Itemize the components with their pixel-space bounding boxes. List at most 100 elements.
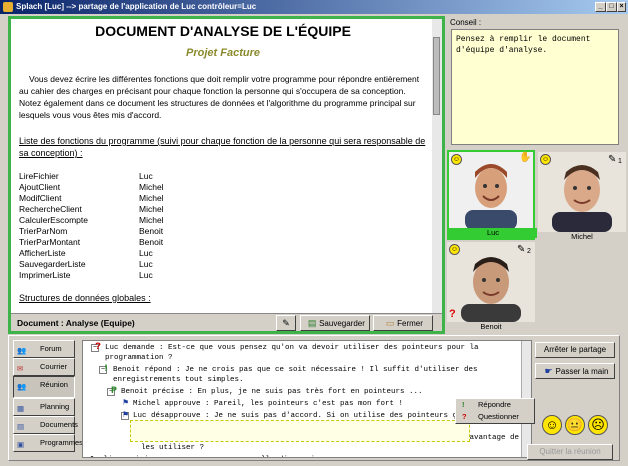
function-owner: Luc bbox=[139, 248, 153, 258]
participant-card-benoit[interactable]: Benoit ☺ ✎ 2 ? bbox=[447, 242, 535, 332]
function-name: ImprimerListe bbox=[19, 270, 71, 280]
discussion-message[interactable]: Michel approuve : Pareil, les pointeurs … bbox=[133, 399, 403, 409]
function-name: TrierParNom bbox=[19, 226, 68, 236]
participant-name: Benoit bbox=[480, 322, 502, 331]
function-name: ModifClient bbox=[19, 193, 62, 203]
close-window-button[interactable]: × bbox=[617, 2, 626, 12]
function-row: RechercheClient Michel bbox=[19, 204, 164, 215]
meeting-icon: 👥 bbox=[17, 382, 27, 391]
function-owner: Michel bbox=[139, 193, 164, 203]
opinion-marker-icon: ⚑ bbox=[123, 410, 129, 420]
reply-icon: ! bbox=[462, 400, 465, 409]
function-row: ImprimerListe Luc bbox=[19, 270, 164, 281]
app-icon bbox=[3, 2, 13, 12]
function-row: SauvegarderListe Luc bbox=[19, 259, 164, 270]
conseil-label: Conseil : bbox=[450, 18, 482, 27]
context-menu[interactable]: ! Répondre ? Questionner bbox=[455, 398, 535, 424]
structures-heading: Structures de données globales : bbox=[19, 293, 151, 303]
document-subtitle: Projet Facture bbox=[186, 47, 260, 59]
answer-marker-icon: ! bbox=[103, 364, 110, 375]
function-name: SauvegarderListe bbox=[19, 259, 86, 269]
close-document-button[interactable]: ▭ Fermer bbox=[373, 315, 433, 331]
new-discussion-link[interactable]: cliquer ici pour commencer une nouvelle … bbox=[99, 455, 324, 457]
participant-card-luc[interactable]: Luc ☺ ✋ bbox=[447, 150, 537, 240]
mail-icon: ✉ bbox=[17, 364, 24, 373]
forum-icon: 👥 bbox=[17, 346, 27, 355]
leave-meeting-button[interactable]: Quitter la réunion bbox=[527, 444, 613, 460]
question-menu-item[interactable]: ? Questionner bbox=[456, 411, 534, 423]
function-row: AfficherListe Luc bbox=[19, 248, 164, 259]
function-name: LireFichier bbox=[19, 171, 59, 181]
nav-documents[interactable]: ▤ Documents bbox=[13, 416, 78, 434]
document-intro: Vous devez écrire les différentes foncti… bbox=[19, 74, 420, 120]
scrollbar-thumb[interactable] bbox=[433, 37, 440, 115]
pass-hand-button[interactable]: ☛ Passer la main bbox=[535, 363, 615, 379]
function-table: LireFichier Luc AjoutClient Michel ModifClie… bbox=[19, 171, 164, 281]
function-row: TrierParNom Benoit bbox=[19, 226, 164, 237]
function-name: TrierParMontant bbox=[19, 237, 81, 247]
nav-planning[interactable]: ▦ Planning bbox=[13, 398, 75, 416]
programs-icon: ▣ bbox=[17, 440, 25, 449]
function-row: LireFichier Luc bbox=[19, 171, 164, 182]
smiley-neutral-button[interactable]: 😐 bbox=[565, 415, 585, 435]
conseil-box: Pensez à remplir le document d'équipe d'… bbox=[451, 29, 619, 145]
nav-courrier[interactable]: ✉ Courrier bbox=[13, 358, 75, 376]
hand-pass-icon: ☛ bbox=[544, 366, 553, 376]
reply-menu-item[interactable]: ! Répondre bbox=[456, 399, 534, 411]
function-row: AjoutClient Michel bbox=[19, 182, 164, 193]
function-name: RechercheClient bbox=[19, 204, 82, 214]
hand-order: 2 bbox=[527, 248, 531, 255]
function-owner: Michel bbox=[139, 204, 164, 214]
smiley-happy-button[interactable]: ☺ bbox=[542, 415, 562, 435]
bullet-icon: • bbox=[89, 454, 95, 457]
participant-name: Luc bbox=[449, 228, 537, 238]
function-owner: Luc bbox=[139, 171, 153, 181]
document-scrollbar[interactable] bbox=[432, 19, 442, 313]
discussion-message[interactable]: Benoit répond : Je ne crois pas que ce s… bbox=[113, 365, 478, 385]
function-name: CalculerEscompte bbox=[19, 215, 88, 225]
discussion-message[interactable]: Luc demande : Est-ce que vous pensez qu'… bbox=[105, 343, 479, 363]
pencil-icon: ✎ bbox=[608, 154, 617, 165]
minimize-button[interactable]: _ bbox=[595, 2, 606, 12]
hand-order: 1 bbox=[618, 158, 622, 165]
document-footer: Document : Analyse (Equipe) ✎ ▤ Sauvegard… bbox=[11, 313, 442, 331]
smiley-sad-button[interactable]: ☹ bbox=[588, 415, 608, 435]
question-icon: ? bbox=[449, 308, 456, 320]
window-title-bar: Splach [Luc] --> partage de l'applicatio… bbox=[0, 0, 628, 14]
document-content[interactable]: DOCUMENT D'ANALYSE DE L'ÉQUIPE Projet Fa… bbox=[11, 19, 435, 313]
function-name: AfficherListe bbox=[19, 248, 66, 258]
discussion-message[interactable]: Benoit précise : En plus, je ne suis pas… bbox=[121, 387, 423, 397]
maximize-button[interactable]: □ bbox=[606, 2, 617, 12]
function-owner: Benoit bbox=[139, 226, 164, 236]
save-icon: ▤ bbox=[307, 318, 317, 328]
tools-button[interactable]: ✎ bbox=[276, 315, 296, 331]
avatar bbox=[449, 152, 537, 232]
nav-forum[interactable]: 👥 Forum bbox=[13, 340, 75, 358]
window-title: Splach [Luc] --> partage de l'applicatio… bbox=[16, 2, 257, 11]
function-owner: Benoit bbox=[139, 237, 164, 247]
documents-icon: ▤ bbox=[17, 422, 25, 431]
document-title: DOCUMENT D'ANALYSE DE L'ÉQUIPE bbox=[95, 23, 351, 39]
stop-sharing-button[interactable]: Arrêter le partage bbox=[535, 342, 615, 358]
document-panel: DOCUMENT D'ANALYSE DE L'ÉQUIPE Projet Fa… bbox=[8, 16, 445, 334]
participant-name: Michel bbox=[571, 232, 593, 241]
function-row: CalculerEscompte Michel bbox=[19, 215, 164, 226]
smiley-happy-icon: ☺ bbox=[449, 244, 460, 255]
function-owner: Michel bbox=[139, 215, 164, 225]
nav-reunion[interactable]: 👥 Réunion bbox=[13, 376, 75, 398]
function-owner: Michel bbox=[139, 182, 164, 192]
function-row: TrierParMontant Benoit bbox=[19, 237, 164, 248]
precision-marker-icon: P bbox=[111, 386, 118, 397]
tools-icon: ✎ bbox=[282, 318, 290, 328]
pencil-icon: ✎ bbox=[517, 244, 526, 255]
function-row: ModifClient Michel bbox=[19, 193, 164, 204]
nav-programmes[interactable]: ▣ Programmes bbox=[13, 434, 83, 452]
participant-card-michel[interactable]: Michel ☺ ✎ 1 bbox=[538, 152, 626, 242]
question-icon: ? bbox=[462, 412, 467, 421]
save-button[interactable]: ▤ Sauvegarder bbox=[300, 315, 370, 331]
folder-icon: ▭ bbox=[385, 318, 395, 328]
question-marker-icon: ? bbox=[95, 342, 102, 353]
function-owner: Luc bbox=[139, 259, 153, 269]
function-name: AjoutClient bbox=[19, 182, 61, 192]
opinion-marker-icon: ⚑ bbox=[123, 398, 129, 408]
